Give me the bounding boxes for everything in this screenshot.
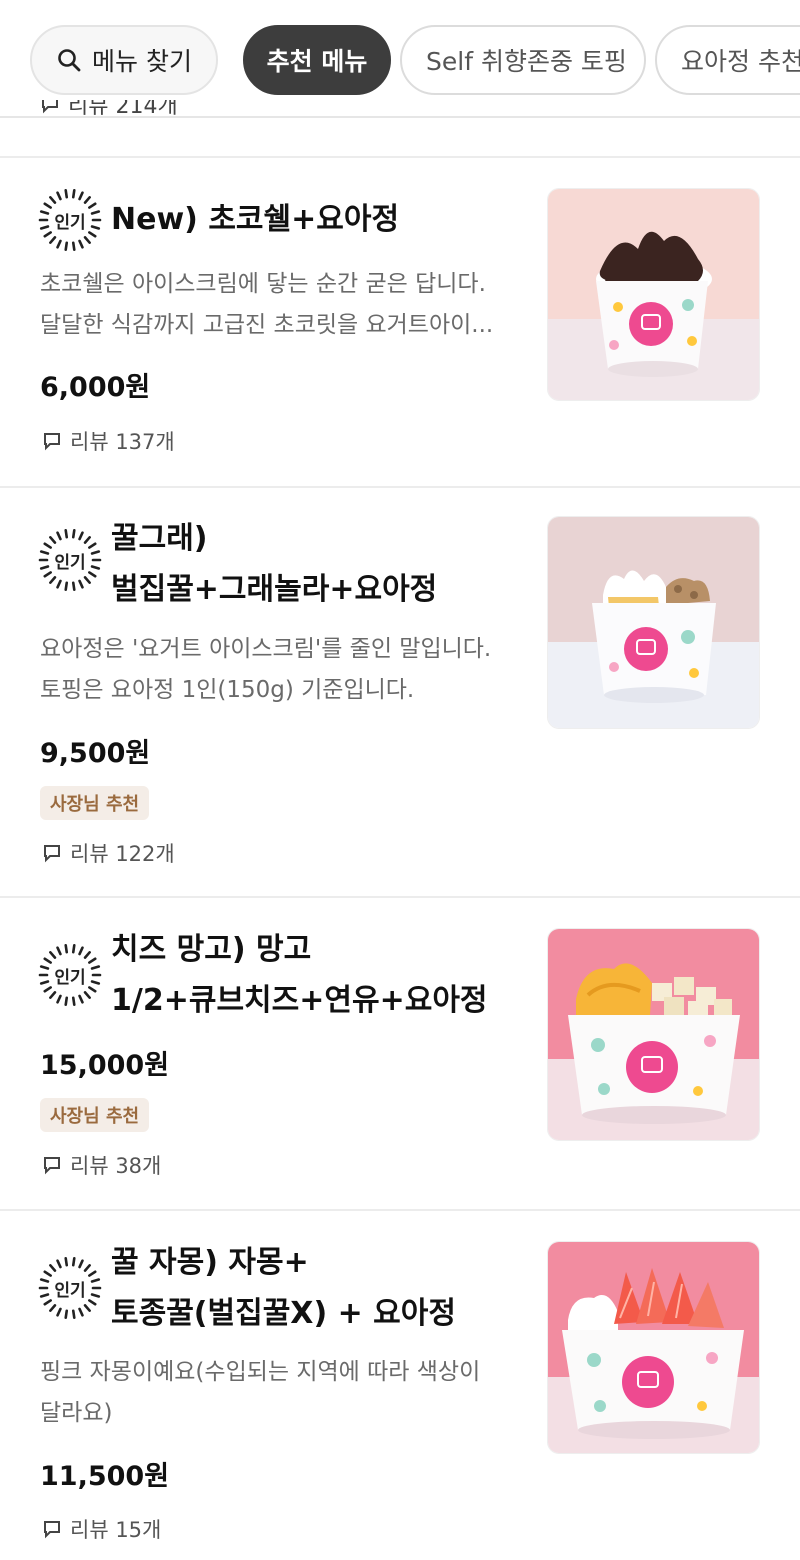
review-link[interactable]: 리뷰 15개 bbox=[42, 1514, 161, 1544]
owner-recommended-badge: 사장님 추천 bbox=[40, 1098, 150, 1132]
menu-item-price: 11,500원 bbox=[40, 1461, 170, 1492]
popular-badge: 인기 bbox=[38, 528, 102, 592]
honeycomb-granola-yogurt-image[interactable] bbox=[547, 516, 760, 729]
menu-item[interactable]: 인기 꿀그래) 벌집꿀+그래놀라+요아정 요아정은 '요거트 아이스크림'를 줄… bbox=[0, 488, 800, 896]
comment-icon bbox=[44, 1521, 60, 1539]
popular-badge-label: 인기 bbox=[54, 967, 86, 988]
popular-badge-label: 인기 bbox=[54, 552, 86, 573]
popular-badge: 인기 bbox=[38, 188, 102, 252]
menu-item-price: 6,000원 bbox=[40, 372, 151, 403]
review-link[interactable]: 리뷰 137개 bbox=[42, 426, 175, 456]
chocolate-shell-yogurt-image[interactable] bbox=[547, 188, 760, 401]
comment-icon bbox=[44, 1157, 60, 1175]
comment-icon bbox=[44, 433, 60, 451]
description-line: 토핑은 요아정 1인(150g) 기준입니다. bbox=[40, 677, 415, 703]
menu-item-name-line: 꿀 자몽) 자몽+ bbox=[111, 1245, 309, 1280]
popular-badge: 인기 bbox=[38, 1256, 102, 1320]
search-icon bbox=[58, 49, 81, 72]
description-line: 달라요) bbox=[40, 1400, 113, 1426]
owner-recommended-badge: 사장님 추천 bbox=[40, 786, 150, 820]
review-count: 리뷰 15개 bbox=[70, 1518, 162, 1542]
tab-label: 요아정 추천 bbox=[681, 47, 800, 76]
menu-item-price: 9,500원 bbox=[40, 738, 151, 769]
previous-item-review-peek: 리뷰 214개 bbox=[40, 100, 180, 120]
menu-item-name: 치즈 망고) 망고 1/2+큐브치즈+연유+요아정 bbox=[111, 924, 571, 1026]
menu-search-label: 메뉴 찾기 bbox=[92, 47, 192, 76]
tab-self-topping[interactable]: Self 취향존중 토핑 bbox=[400, 25, 646, 95]
popular-badge-label: 인기 bbox=[54, 212, 86, 233]
menu-item-name-line: 1/2+큐브치즈+연유+요아정 bbox=[111, 983, 488, 1018]
menu-search-button[interactable]: 메뉴 찾기 bbox=[30, 25, 218, 95]
menu-item-name: 꿀그래) 벌집꿀+그래놀라+요아정 bbox=[111, 513, 531, 615]
tab-label: 추천 메뉴 bbox=[266, 47, 368, 76]
menu-item-name-line: 꿀그래) bbox=[111, 521, 208, 556]
menu-item-name-line: 벌집꿀+그래놀라+요아정 bbox=[111, 572, 438, 607]
review-link[interactable]: 리뷰 122개 bbox=[42, 838, 175, 868]
review-count: 리뷰 137개 bbox=[70, 430, 175, 454]
menu-item-description: 초코쉘은 아이스크림에 닿는 순간 굳은 답니다. 달달한 식감까지 고급진 초… bbox=[40, 264, 525, 346]
menu-item[interactable]: 인기 꿀 자몽) 자몽+ 토종꿀(벌집꿀X) + 요아정 핑크 자몽이예요(수입… bbox=[0, 1211, 800, 1560]
menu-item-name-line: New) 초코쉘+요아정 bbox=[111, 202, 400, 237]
review-link[interactable]: 리뷰 38개 bbox=[42, 1150, 161, 1180]
menu-item-description: 핑크 자몽이예요(수입되는 지역에 따라 색상이 달라요) bbox=[40, 1352, 525, 1434]
menu-item[interactable]: 인기 치즈 망고) 망고 1/2+큐브치즈+연유+요아정 15,000원 사장님… bbox=[0, 898, 800, 1209]
description-line: 요아정은 '요거트 아이스크림'를 줄인 말입니다. bbox=[40, 636, 492, 662]
menu-item-name-line: 치즈 망고) 망고 bbox=[111, 932, 312, 967]
mango-cheese-yogurt-image[interactable] bbox=[547, 928, 760, 1141]
menu-item[interactable]: 인기 New) 초코쉘+요아정 초코쉘은 아이스크림에 닿는 순간 굳은 답니다… bbox=[0, 158, 800, 486]
popular-badge: 인기 bbox=[38, 943, 102, 1007]
description-line: 달달한 식감까지 고급진 초코릿을 요거트아이... bbox=[40, 312, 494, 338]
popular-badge-label: 인기 bbox=[54, 1280, 86, 1301]
grapefruit-honey-yogurt-image[interactable] bbox=[547, 1241, 760, 1454]
review-count: 리뷰 214개 bbox=[68, 100, 178, 119]
description-line: 핑크 자몽이예요(수입되는 지역에 따라 색상이 bbox=[40, 1359, 481, 1385]
tab-label: Self 취향존중 토핑 bbox=[426, 47, 627, 76]
menu-item-price: 15,000원 bbox=[40, 1050, 170, 1081]
menu-item-description: 요아정은 '요거트 아이스크림'를 줄인 말입니다. 토핑은 요아정 1인(15… bbox=[40, 629, 525, 711]
tab-yoajung-recommend[interactable]: 요아정 추천 bbox=[655, 25, 800, 95]
menu-item-name: 꿀 자몽) 자몽+ 토종꿀(벌집꿀X) + 요아정 bbox=[111, 1237, 551, 1339]
description-line: 초코쉘은 아이스크림에 닿는 순간 굳은 답니다. bbox=[40, 271, 486, 297]
comment-icon bbox=[42, 100, 58, 114]
review-count: 리뷰 122개 bbox=[70, 842, 175, 866]
comment-icon bbox=[44, 845, 60, 863]
menu-item-name-line: 토종꿀(벌집꿀X) + 요아정 bbox=[111, 1296, 456, 1331]
tab-recommended-menu[interactable]: 추천 메뉴 bbox=[243, 25, 391, 95]
menu-item-name: New) 초코쉘+요아정 bbox=[111, 194, 531, 245]
review-count: 리뷰 38개 bbox=[70, 1154, 162, 1178]
